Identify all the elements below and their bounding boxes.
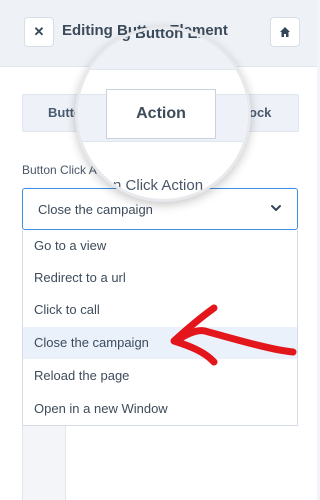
magnified-header: Editing Button Element [78, 29, 248, 70]
select-value: Close the campaign [38, 202, 153, 217]
close-icon: ✕ [33, 24, 45, 39]
option-redirect-to-a-url[interactable]: Redirect to a url [23, 262, 297, 294]
option-go-to-a-view[interactable]: Go to a view [23, 230, 297, 262]
home-icon [280, 27, 290, 37]
option-reload-the-page[interactable]: Reload the page [23, 360, 297, 392]
tab-action[interactable]: Action [106, 89, 216, 139]
lower-panel-strip [22, 426, 66, 500]
magnified-header-title: Editing Button Element [80, 26, 246, 42]
select-dropdown: Go to a view Redirect to a url Click to … [22, 230, 298, 426]
close-button[interactable]: ✕ [24, 17, 54, 47]
option-click-to-call[interactable]: Click to call [23, 294, 297, 326]
option-open-in-a-new-window[interactable]: Open in a new Window [23, 393, 297, 425]
magnified-field-label: Button Click Action [78, 177, 204, 194]
home-button[interactable] [270, 17, 300, 47]
chevron-down-icon [271, 205, 281, 211]
lower-panel-divider [65, 426, 66, 500]
option-close-the-campaign[interactable]: Close the campaign [23, 327, 297, 359]
magnifier-callout: Editing Button Element Action Button Cli… [75, 26, 251, 202]
